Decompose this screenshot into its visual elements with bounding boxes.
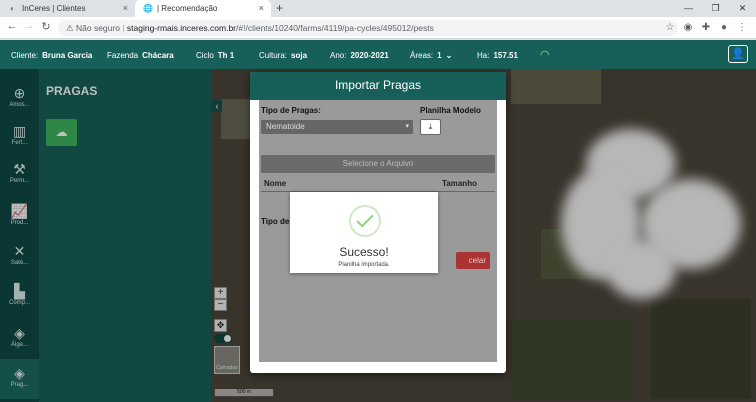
menu-icon[interactable]: ⋮: [736, 21, 748, 34]
success-message: Planilha importada.: [338, 262, 390, 268]
star-icon[interactable]: ☆: [664, 21, 676, 34]
check-icon: [349, 205, 381, 237]
close-tab-icon[interactable]: ×: [259, 3, 264, 13]
cultura-label: Cultura:: [259, 51, 288, 60]
tab-clientes[interactable]: ◐ InCeres | Clientes ×: [0, 0, 135, 17]
maximize-icon[interactable]: ❐: [702, 0, 729, 17]
ano-info[interactable]: Ano: 2020-2021: [330, 40, 389, 71]
close-tab-icon[interactable]: ×: [123, 3, 128, 13]
user-button[interactable]: 👤: [728, 45, 748, 63]
extension-icon[interactable]: ◉: [682, 21, 694, 34]
cliente-info[interactable]: Cliente: Bruna Garcia: [11, 40, 92, 71]
forward-icon[interactable]: →: [21, 20, 37, 32]
minimize-icon[interactable]: —: [675, 0, 702, 17]
chevron-down-icon: ⌄: [445, 51, 453, 60]
success-title: Sucesso!: [339, 245, 389, 259]
download-template-button[interactable]: ⤓: [420, 119, 441, 135]
pest-type-value: Nematoide: [266, 122, 305, 131]
tab-label: InCeres | Clientes: [22, 4, 86, 13]
pest-type-label-2: Tipo de: [261, 217, 290, 226]
back-icon[interactable]: ←: [4, 20, 20, 32]
warning-icon: ⚠: [66, 23, 76, 33]
template-label: Planilha Modelo: [420, 106, 481, 115]
cliente-value: Bruna Garcia: [42, 51, 93, 60]
ha-info: Ha: 157.51: [477, 40, 518, 71]
pest-type-select[interactable]: Nematoide ▾: [261, 120, 413, 134]
wifi-icon: ◠: [540, 49, 550, 61]
chevron-down-icon: ▾: [405, 123, 409, 130]
ha-label: Ha:: [477, 51, 490, 60]
address-bar: ← → ↻ ⚠ Não seguro | staging-rmais.incer…: [0, 17, 756, 39]
fazenda-value: Chácara: [142, 51, 174, 60]
areas-label: Áreas:: [410, 51, 434, 60]
profile-icon[interactable]: ●: [718, 21, 730, 34]
url-host: staging-rmais.inceres.com.br: [126, 23, 237, 33]
cancel-button[interactable]: celar: [456, 252, 490, 269]
url-security: Não seguro: [75, 23, 120, 33]
tab-label: | Recomendação: [157, 4, 218, 13]
select-file-button[interactable]: Selecione o Arquivo: [261, 155, 495, 173]
download-icon: ⤓: [428, 122, 433, 131]
url-input[interactable]: ⚠ Não seguro | staging-rmais.inceres.com…: [58, 20, 678, 36]
fazenda-label: Fazenda: [107, 51, 139, 60]
pest-type-label: Tipo de Pragas:: [261, 106, 321, 115]
areas-info[interactable]: Áreas: 1 ⌄: [410, 40, 452, 71]
column-header-name: Nome: [264, 179, 287, 188]
ciclo-info[interactable]: Ciclo Th 1: [196, 40, 234, 71]
url-path: /#!/clients/10240/farms/4119/pa-cycles/4…: [236, 23, 434, 33]
ha-value: 157.51: [493, 51, 518, 60]
inceres-favicon-icon: ◐: [10, 4, 15, 13]
ciclo-value: Th 1: [217, 51, 235, 60]
new-tab-button[interactable]: +: [276, 0, 283, 17]
puzzle-icon[interactable]: ✚: [700, 21, 712, 34]
areas-value: 1: [437, 51, 442, 60]
reload-icon[interactable]: ↻: [38, 20, 54, 33]
cultura-info[interactable]: Cultura: soja: [259, 40, 307, 71]
ano-label: Ano:: [330, 51, 347, 60]
app-header: Cliente: Bruna Garcia Fazenda Chácara Cicl…: [0, 40, 756, 69]
ciclo-label: Ciclo: [196, 51, 214, 60]
column-header-size: Tamanho: [442, 179, 477, 188]
modal-title: Importar Pragas: [250, 72, 506, 100]
cliente-label: Cliente:: [11, 51, 39, 60]
tab-recomendacao[interactable]: 🌐 | Recomendação ×: [135, 0, 271, 17]
close-window-icon[interactable]: ✕: [729, 0, 756, 17]
toolbar-icons: ☆ ◉ ✚ ● ⋮: [664, 21, 748, 34]
fazenda-info[interactable]: Fazenda Chácara: [107, 40, 174, 71]
ano-value: 2020-2021: [350, 51, 389, 60]
success-dialog: Sucesso! Planilha importada.: [290, 192, 438, 273]
globe-icon: 🌐: [143, 4, 153, 13]
cultura-value: soja: [291, 51, 308, 60]
browser-tab-bar: ◐ InCeres | Clientes × 🌐 | Recomendação …: [0, 0, 756, 17]
window-controls: — ❐ ✕: [675, 0, 756, 17]
